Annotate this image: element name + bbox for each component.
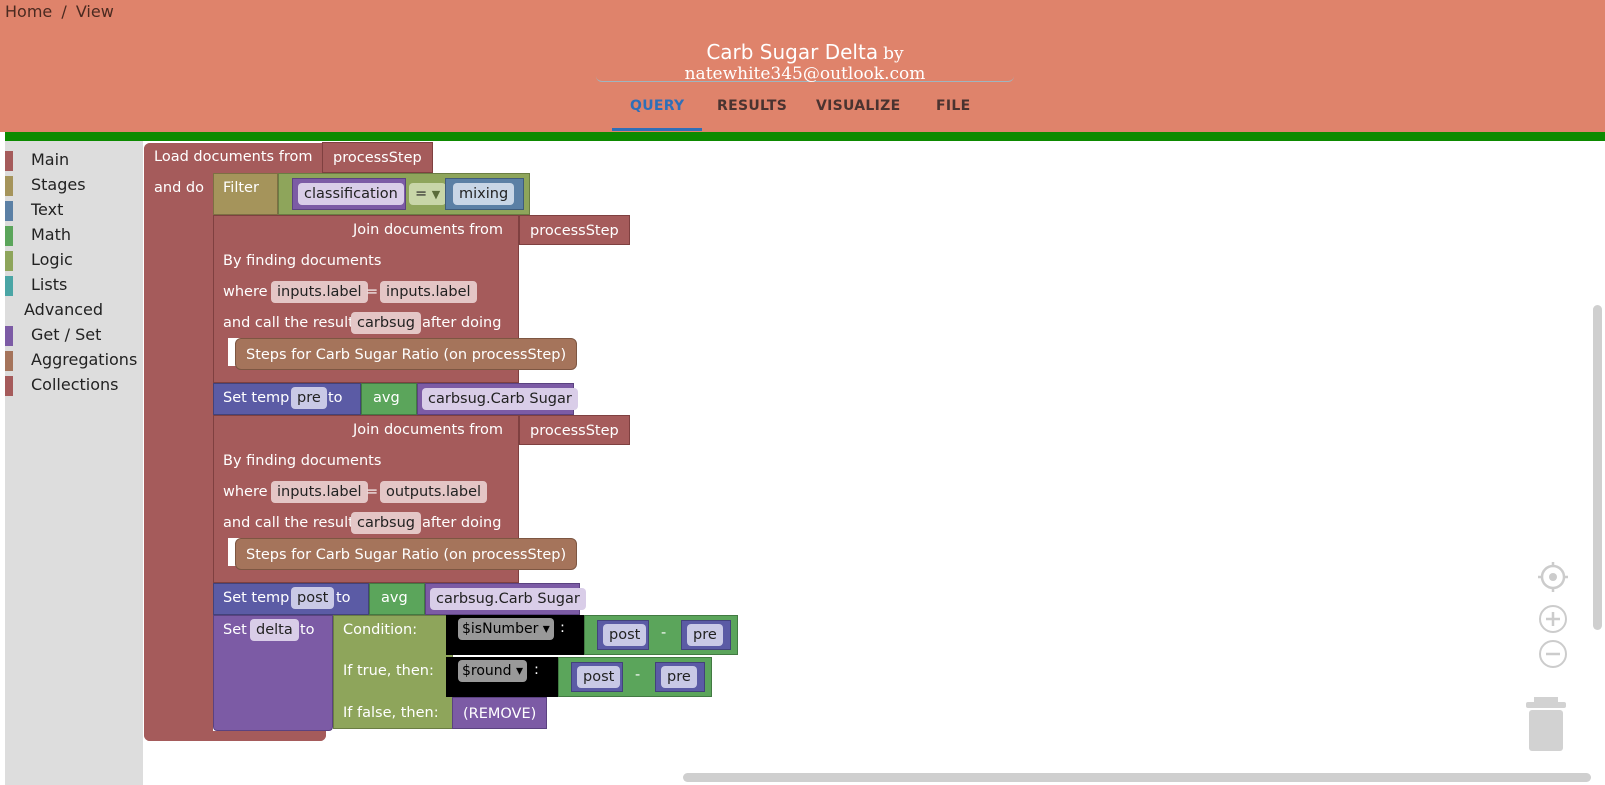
category-swatch — [5, 251, 13, 271]
tab-file[interactable]: FILE — [936, 98, 970, 114]
round-dropdown[interactable]: $round ▾ — [458, 660, 528, 682]
call-result-label: and call the result — [223, 515, 354, 531]
breadcrumb: Home / View — [5, 2, 118, 21]
workspace-vertical-scrollbar[interactable] — [1593, 305, 1602, 630]
set-temp-label: Set temp — [223, 590, 290, 606]
pre-variable[interactable]: pre — [661, 666, 697, 688]
category-swatch — [5, 276, 13, 296]
if-false-label: If false, then: — [343, 705, 439, 721]
tab-visualize[interactable]: VISUALIZE — [816, 98, 900, 114]
recenter-icon[interactable] — [1538, 562, 1568, 596]
join-left-field[interactable]: inputs.label — [271, 481, 368, 503]
join-documents-label: Join documents from — [353, 422, 504, 438]
chevron-down-icon: ▼ — [431, 188, 441, 201]
zoom-out-icon[interactable] — [1538, 639, 1568, 673]
join-collection-block[interactable]: processStep — [519, 415, 630, 445]
breadcrumb-home[interactable]: Home — [5, 2, 52, 21]
trash-icon[interactable] — [1526, 697, 1566, 755]
after-doing-label: after doing — [422, 515, 502, 531]
result-variable-field[interactable]: carbsug — [351, 312, 421, 334]
colon-label: : — [534, 662, 539, 678]
result-variable-field[interactable]: carbsug — [351, 512, 421, 534]
to-label: to — [328, 390, 343, 406]
join-collection-block[interactable]: processStep — [519, 215, 630, 245]
and-do-label: and do — [154, 180, 204, 196]
call-result-label: and call the result — [223, 315, 354, 331]
block-toolbox: Main Stages Text Math Logic Lists Advanc… — [5, 141, 143, 785]
join-right-field[interactable]: outputs.label — [380, 481, 488, 503]
category-swatch — [5, 226, 13, 246]
join-left-field[interactable]: inputs.label — [271, 281, 368, 303]
carbsug-field-pre[interactable]: carbsug.Carb Sugar — [422, 388, 578, 410]
colon-label: : — [560, 620, 565, 636]
toolbox-advanced-heading[interactable]: Advanced — [24, 300, 103, 319]
after-doing-label: after doing — [422, 315, 502, 331]
zoom-in-icon[interactable] — [1538, 604, 1568, 638]
join-documents-label: Join documents from — [353, 222, 504, 238]
isnumber-dropdown[interactable]: $isNumber ▾ — [458, 618, 554, 640]
category-swatch — [5, 351, 13, 371]
steps-procedure-block[interactable]: Steps for Carb Sugar Ratio (on processSt… — [235, 538, 578, 570]
classification-field[interactable]: classification — [298, 183, 404, 205]
active-tab-indicator — [612, 128, 702, 131]
equals-label: = — [366, 284, 379, 300]
avg-label: avg — [381, 590, 408, 606]
join-right-field[interactable]: inputs.label — [380, 281, 477, 303]
set-temp-label: Set temp — [223, 390, 290, 406]
carbsug-field-post[interactable]: carbsug.Carb Sugar — [430, 588, 586, 610]
filter-label: Filter — [223, 180, 259, 196]
to-label: to — [336, 590, 351, 606]
by-finding-label: By finding documents — [223, 453, 382, 469]
breadcrumb-separator: / — [61, 2, 67, 21]
post-variable[interactable]: post — [603, 624, 647, 646]
where-label: where — [223, 284, 268, 300]
variable-post-field[interactable]: post — [291, 587, 335, 609]
steps-procedure-block[interactable]: Steps for Carb Sugar Ratio (on processSt… — [235, 338, 578, 370]
variable-pre-field[interactable]: pre — [291, 387, 327, 409]
category-swatch — [5, 176, 13, 196]
page-title: Carb Sugar Delta — [706, 40, 879, 64]
tab-query[interactable]: QUERY — [630, 98, 685, 114]
to-label: to — [300, 622, 315, 638]
equals-label: = — [366, 484, 379, 500]
where-label: where — [223, 484, 268, 500]
pre-variable[interactable]: pre — [687, 624, 723, 646]
post-variable[interactable]: post — [577, 666, 621, 688]
minus-label: - — [635, 667, 641, 683]
category-swatch — [5, 326, 13, 346]
set-label: Set — [223, 622, 247, 638]
breadcrumb-view[interactable]: View — [76, 2, 114, 21]
by-finding-label: By finding documents — [223, 253, 382, 269]
header-accent-bar — [5, 132, 1605, 141]
load-documents-label: Load documents from — [154, 149, 313, 165]
remove-block[interactable]: (REMOVE) — [452, 697, 548, 729]
equals-operator-dropdown[interactable]: = ▼ — [409, 183, 447, 205]
query-title-field[interactable]: Carb Sugar Delta by natewhite345@outlook… — [596, 40, 1014, 84]
category-swatch — [5, 376, 13, 396]
category-swatch — [5, 201, 13, 221]
condition-label: Condition: — [343, 622, 418, 638]
variable-delta-field[interactable]: delta — [250, 619, 299, 641]
workspace-horizontal-scrollbar[interactable] — [683, 773, 1591, 782]
minus-label: - — [661, 625, 667, 641]
if-true-label: If true, then: — [343, 663, 434, 679]
tab-results[interactable]: RESULTS — [717, 98, 787, 114]
avg-label: avg — [373, 390, 400, 406]
load-collection-block[interactable]: processStep — [322, 142, 433, 173]
mixing-value[interactable]: mixing — [453, 183, 515, 205]
category-swatch — [5, 151, 13, 171]
